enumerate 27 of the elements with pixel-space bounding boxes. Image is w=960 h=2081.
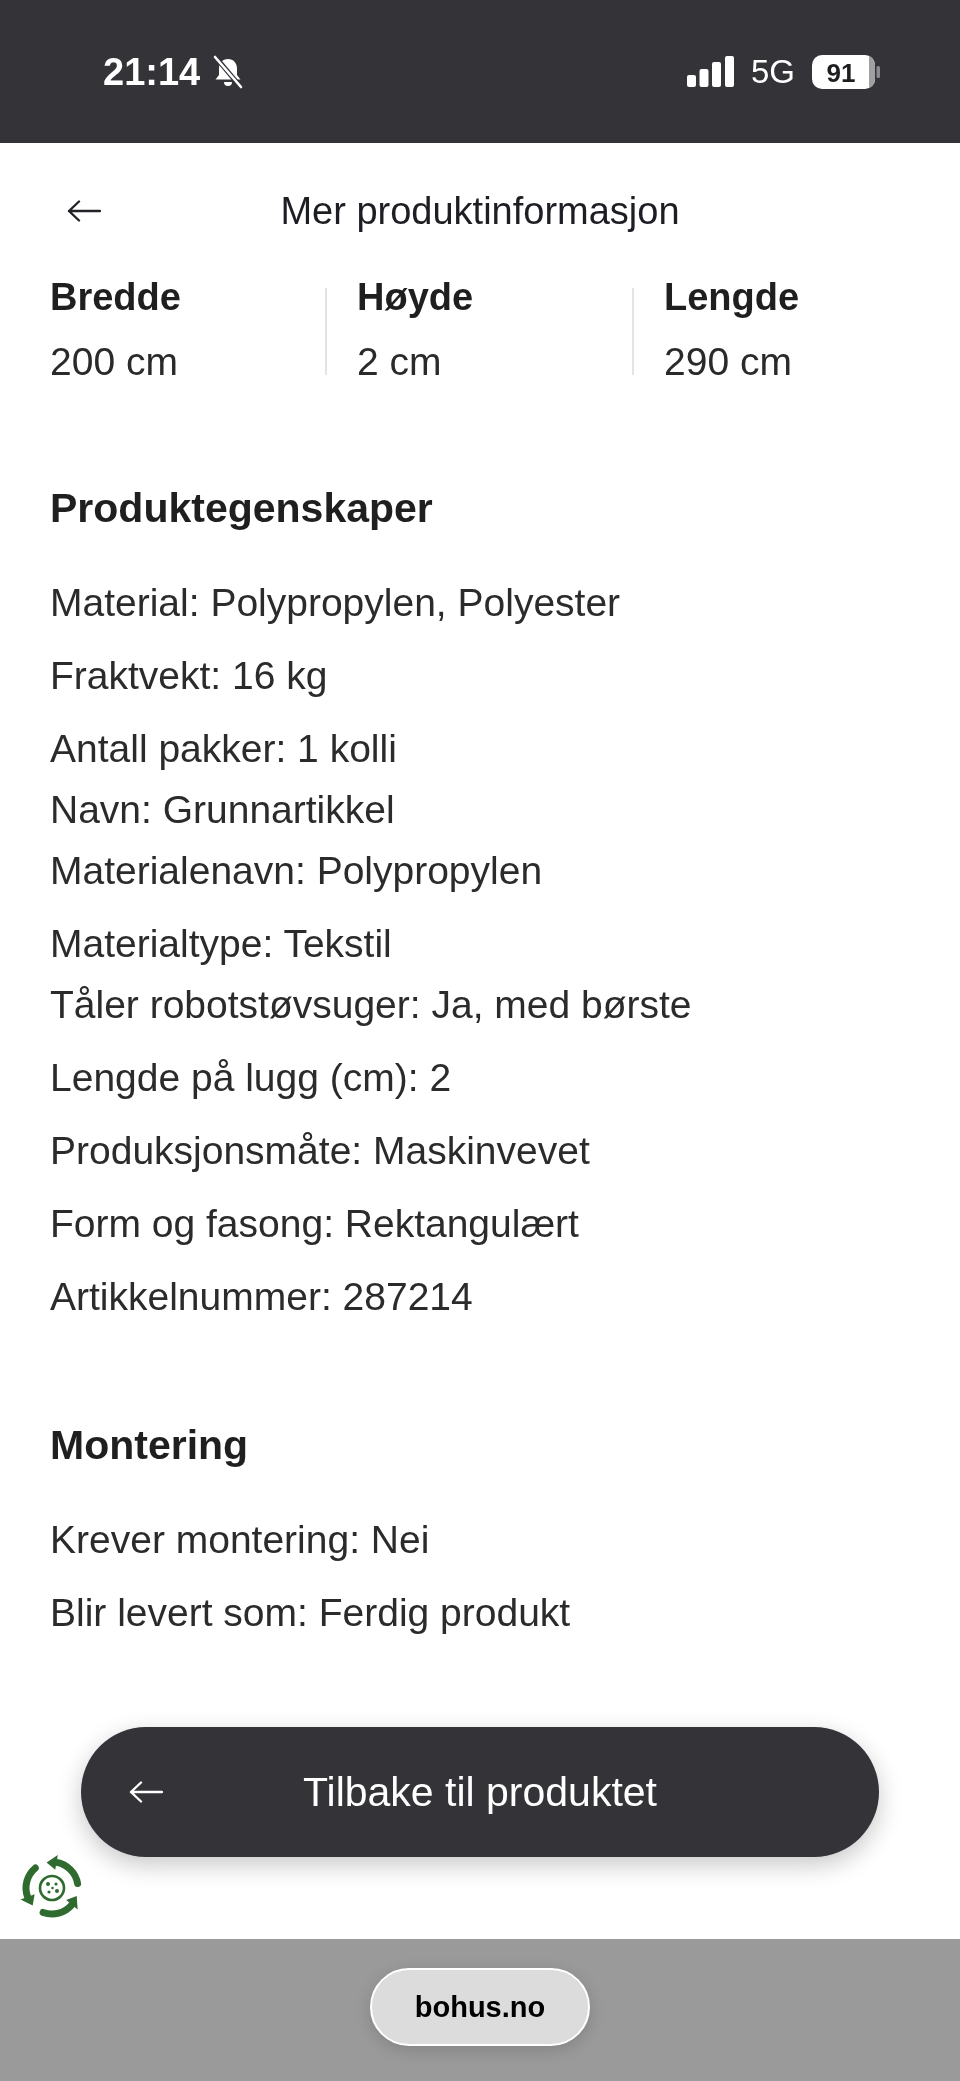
property-text: Lengde på lugg (cm): 2: [50, 1055, 452, 1101]
arrow-left-icon: [129, 1781, 163, 1803]
dimension-value: 2 cm: [357, 344, 442, 380]
property-text: Tåler robotstøvsuger: Ja, med børste: [50, 982, 692, 1028]
property-text: Blir levert som: Ferdig produkt: [50, 1590, 571, 1636]
arrow-left-icon: [67, 200, 101, 222]
signal-bars-icon: [686, 56, 734, 87]
property-text: Artikkelnummer: 287214: [50, 1274, 473, 1320]
property-text: Form og fasong: Rektangulært: [50, 1201, 579, 1247]
dimension-value: 290 cm: [664, 344, 792, 380]
property-text: Produksjonsmåte: Maskinvevet: [50, 1128, 590, 1174]
property-text: Materialtype: Tekstil: [50, 921, 392, 967]
property-text: Krever montering: Nei: [50, 1517, 430, 1563]
clock-time: 21:14: [103, 52, 201, 91]
section-heading: Montering: [50, 1422, 249, 1468]
address-bar[interactable]: bohus.no: [370, 1968, 590, 2046]
network-type: 5G: [750, 55, 795, 88]
property-text: Materialenavn: Polypropylen: [50, 848, 543, 894]
property-text: Fraktvekt: 16 kg: [50, 653, 328, 699]
section-heading: Produktegenskaper: [50, 485, 433, 531]
property-text: Antall pakker: 1 kolli: [50, 726, 397, 772]
property-text: Material: Polypropylen, Polyester: [50, 580, 621, 626]
back-to-product-button[interactable]: Tilbake til produktet: [81, 1727, 879, 1857]
property-text: Navn: Grunnartikkel: [50, 787, 395, 833]
dimension-value: 200 cm: [50, 344, 178, 380]
page-title: Mer produktinformasjon: [280, 192, 680, 230]
dimension-label: Bredde: [50, 279, 181, 315]
